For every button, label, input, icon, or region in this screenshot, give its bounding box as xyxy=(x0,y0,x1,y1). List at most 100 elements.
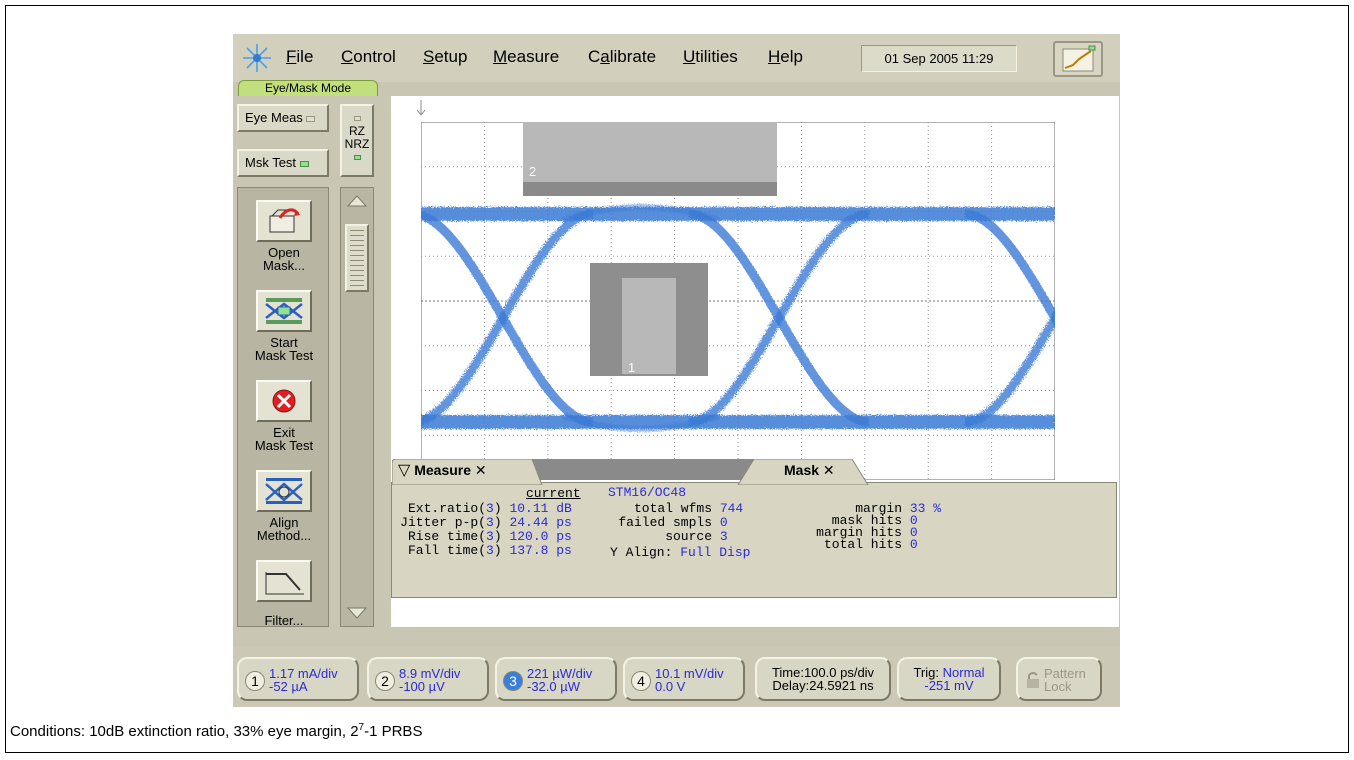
measurement-name: Fall time( xyxy=(407,543,486,558)
mask-stat-row: total wfms 744 xyxy=(608,501,744,516)
menu-utilities[interactable]: Utilities xyxy=(683,47,738,67)
mask-stat-label: failed smpls xyxy=(618,515,712,530)
mask-tab-label: Mask xyxy=(784,462,820,478)
measurement-source: 3 xyxy=(486,515,494,530)
align-method-icon xyxy=(256,470,312,512)
channel-3-button[interactable]: 3 221 µW/div -32.0 µW xyxy=(495,657,617,701)
menu-calibrate[interactable]: Calibrate xyxy=(588,47,656,67)
eye-diagram: 2 1 xyxy=(421,122,1055,480)
filter-button[interactable]: Filter... xyxy=(242,560,326,627)
channel-offset: -52 µA xyxy=(269,679,308,694)
channel-settings: 8.9 mV/div -100 µV xyxy=(399,667,460,693)
agilent-logo-icon xyxy=(243,44,271,72)
tool-panel: Open Mask... Start Mask Test Exit Mask Test… xyxy=(237,187,329,627)
current-header: current xyxy=(526,486,581,501)
y-align-label: Y Align: xyxy=(610,545,673,560)
channel-2-button[interactable]: 2 8.9 mV/div -100 µV xyxy=(367,657,489,701)
scroll-down-icon[interactable] xyxy=(347,606,367,620)
measurement-value: 24.44 ps xyxy=(509,515,572,530)
mask-region-2-label: 2 xyxy=(529,164,536,179)
rz-nrz-toggle[interactable]: RZ NRZ xyxy=(340,104,374,177)
scroll-up-icon[interactable] xyxy=(347,194,367,208)
y-align-value: Full Disp xyxy=(680,545,751,560)
mask-stat-row: source 3 xyxy=(608,529,727,544)
menu-setup[interactable]: Setup xyxy=(423,47,467,67)
open-mask-button[interactable]: Open Mask... xyxy=(242,200,326,272)
scope-status-icon[interactable] xyxy=(1053,41,1103,77)
channel-number: 3 xyxy=(503,671,523,691)
measure-tab-close-icon[interactable]: ✕ xyxy=(475,462,487,478)
align-method-button[interactable]: Align Method... xyxy=(242,470,326,542)
exit-mask-test-button[interactable]: Exit Mask Test xyxy=(242,380,326,452)
measure-panel: ▽ Measure ✕ Mask ✕ current Ext.ratio(3) … xyxy=(391,459,1117,598)
mask-stat-label: source xyxy=(665,529,712,544)
open-mask-icon xyxy=(256,200,312,242)
eye-mask-mode-tab[interactable]: Eye/Mask Mode xyxy=(238,80,378,96)
measurement-name: Ext.ratio( xyxy=(407,501,486,516)
pattern-lock-button[interactable]: Pattern Lock xyxy=(1016,657,1102,701)
measurement-close: ) xyxy=(493,543,502,558)
measurement-value: 137.8 ps xyxy=(509,543,572,558)
timebase-button[interactable]: Time:100.0 ps/div Delay:24.5921 ns xyxy=(755,657,891,701)
measure-tab[interactable]: ▽ Measure ✕ xyxy=(398,459,487,481)
channel-4-button[interactable]: 4 10.1 mV/div 0.0 V xyxy=(623,657,745,701)
msk-test-button[interactable]: Msk Test xyxy=(237,149,329,177)
measurement-row: Jitter p-p(3) 24.44 ps xyxy=(396,515,572,530)
mask-tab-close-icon[interactable]: ✕ xyxy=(823,462,835,478)
mask-name: STM16/OC48 xyxy=(608,485,687,500)
time-marker-icon xyxy=(416,100,426,116)
caption-text-a: Conditions: 10dB extinction ratio, 33% e… xyxy=(10,723,359,740)
tool-scrollbar[interactable] xyxy=(340,187,374,627)
trigger-button[interactable]: Trig: Normal -251 mV xyxy=(897,657,1001,701)
panel-tabs-background xyxy=(392,459,869,485)
mask-stat-row: failed smpls 0 xyxy=(608,515,727,530)
channel-offset: 0.0 V xyxy=(655,679,686,694)
menu-control[interactable]: Control xyxy=(341,47,396,67)
msk-test-label: Msk Test xyxy=(245,155,297,170)
y-align-row: Y Align: Full Disp xyxy=(610,545,751,560)
measurement-close: ) xyxy=(493,501,502,516)
trigger-level: -251 mV xyxy=(924,678,974,693)
open-mask-label-2: Mask... xyxy=(263,258,305,273)
msk-test-led-icon xyxy=(299,160,309,167)
channel-number: 2 xyxy=(375,671,395,691)
mask-stat-value: 744 xyxy=(719,501,744,516)
menu-file[interactable]: File xyxy=(286,47,313,67)
scroll-thumb[interactable] xyxy=(345,224,369,292)
measurement-value: 120.0 ps xyxy=(509,529,572,544)
start-mask-test-button[interactable]: Start Mask Test xyxy=(242,290,326,362)
timebase-delay: Delay:24.5921 ns xyxy=(772,678,874,693)
mask-region-2-edge xyxy=(523,182,777,196)
margin-label: total hits xyxy=(823,537,902,552)
measurement-source: 3 xyxy=(486,543,494,558)
figure-caption: Conditions: 10dB extinction ratio, 33% e… xyxy=(10,722,422,740)
eye-meas-led-icon xyxy=(306,115,316,122)
measurement-close: ) xyxy=(493,529,502,544)
lock-icon xyxy=(1027,672,1039,688)
measurement-row: Rise time(3) 120.0 ps xyxy=(396,529,572,544)
mask-region-1-label: 1 xyxy=(628,360,635,375)
measurement-source: 3 xyxy=(486,501,494,516)
measurement-source: 3 xyxy=(486,529,494,544)
channel-1-button[interactable]: 1 1.17 mA/div -52 µA xyxy=(237,657,359,701)
nrz-led-icon xyxy=(353,155,361,161)
channel-settings: 10.1 mV/div 0.0 V xyxy=(655,667,724,693)
measurement-row: Fall time(3) 137.8 ps xyxy=(396,543,572,558)
eye-meas-label: Eye Meas xyxy=(245,110,303,125)
eye-meas-button[interactable]: Eye Meas xyxy=(237,104,329,132)
filter-icon xyxy=(256,560,312,602)
mask-tab[interactable]: Mask ✕ xyxy=(784,459,835,481)
channel-settings: 221 µW/div -32.0 µW xyxy=(527,667,592,693)
exit-mask-test-label-2: Mask Test xyxy=(254,438,314,453)
align-method-label-2: Method... xyxy=(256,528,312,543)
channel-settings: 1.17 mA/div -52 µA xyxy=(269,667,338,693)
start-mask-test-icon xyxy=(256,290,312,332)
start-mask-test-label-2: Mask Test xyxy=(254,348,314,363)
menu-measure[interactable]: Measure xyxy=(493,47,559,67)
measurement-name: Jitter p-p( xyxy=(400,515,486,530)
menu-help[interactable]: Help xyxy=(768,47,803,67)
measurement-row: Ext.ratio(3) 10.11 dB xyxy=(396,501,572,516)
channel-bar: 1 1.17 mA/div -52 µA 2 8.9 mV/div -100 µV 3 221… xyxy=(233,647,1120,707)
filter-label: Filter... xyxy=(264,613,304,628)
datetime-display: 01 Sep 2005 11:29 xyxy=(861,45,1017,72)
